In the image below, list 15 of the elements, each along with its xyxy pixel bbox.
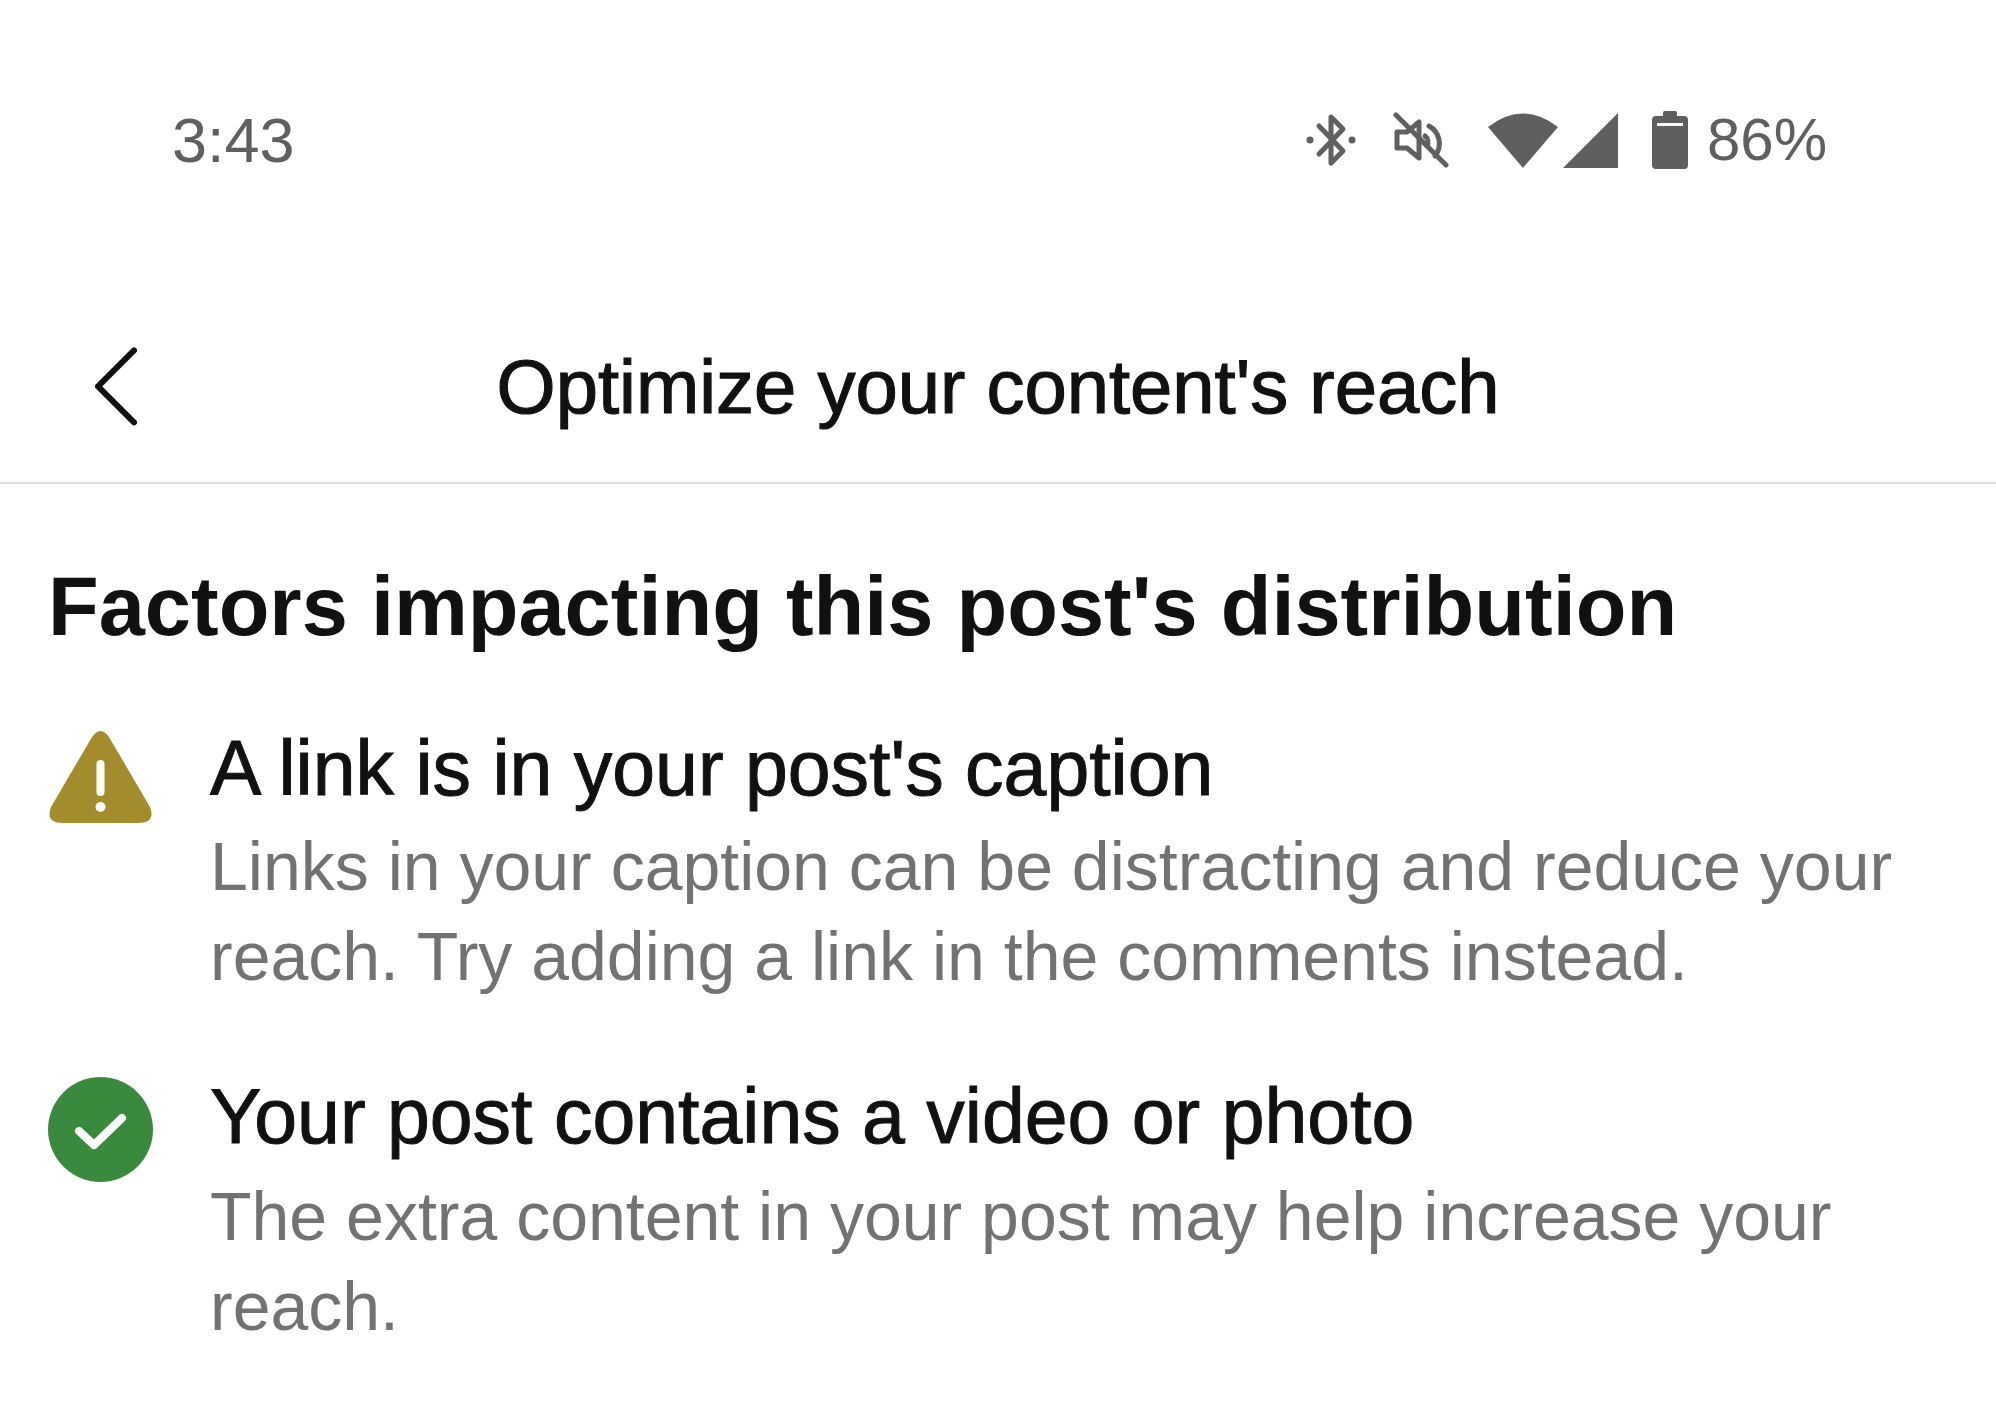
battery-icon: [1651, 111, 1688, 169]
muted-speaker-icon: [1392, 112, 1449, 168]
wifi-icon: [1487, 112, 1558, 168]
factor-description: The extra content in your post may help increase your reach.: [210, 1177, 1833, 1346]
signal-icon: [1562, 112, 1618, 168]
battery-percentage: 86%: [1706, 110, 1827, 170]
status-time: 3:43: [172, 108, 295, 172]
factor-description: Links in your caption can be distracting and reduce your reach. Try adding a link in the comments instead.: [210, 827, 1894, 996]
chevron-left-icon: [92, 346, 138, 427]
factor-title: A link is in your post's caption: [210, 724, 1215, 813]
warning-icon: [48, 729, 153, 825]
page-title: Optimize your content's reach: [496, 343, 1500, 432]
check-circle-icon: [48, 1077, 153, 1182]
factor-title: Your post contains a video or photo: [210, 1072, 1416, 1161]
section-heading: Factors impacting this post's distribution: [48, 559, 1679, 655]
